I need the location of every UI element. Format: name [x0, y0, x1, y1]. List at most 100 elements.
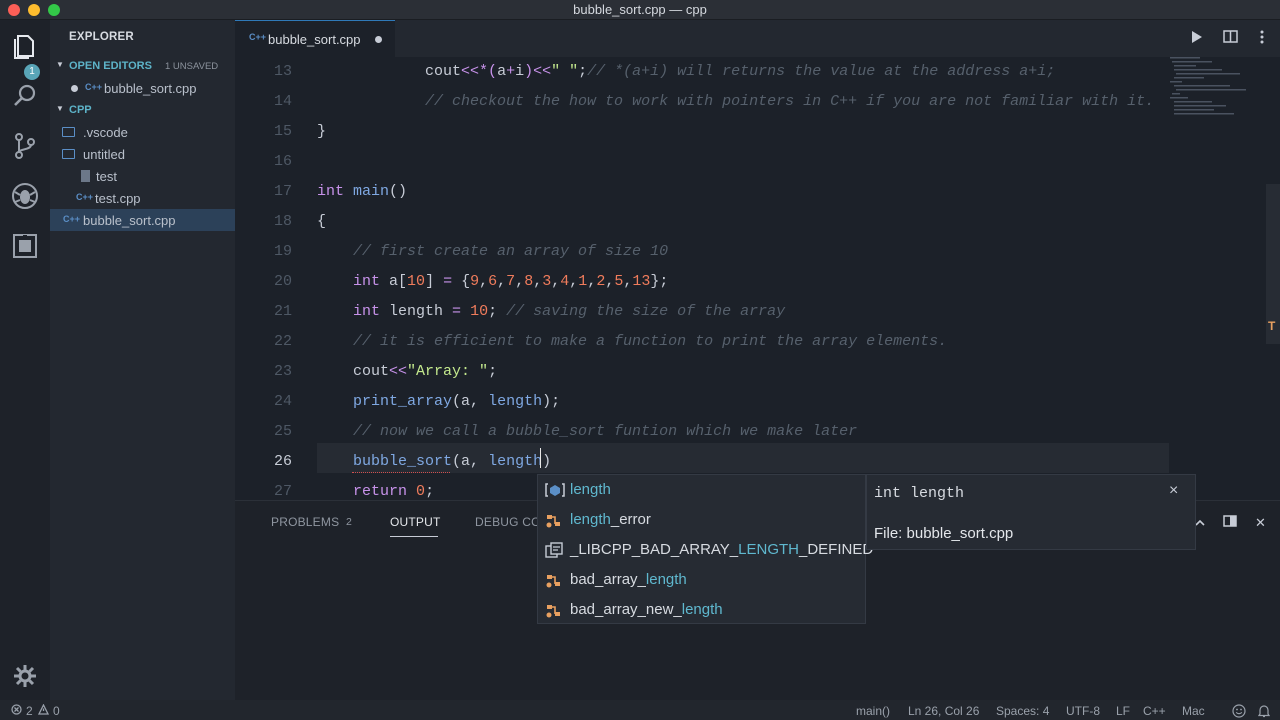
- close-icon[interactable]: ×: [1169, 482, 1178, 500]
- open-editors-header[interactable]: ▼ OPEN EDITORS 1 UNSAVED: [50, 56, 235, 76]
- line-number: 20: [273, 273, 292, 290]
- line-number: 18: [273, 213, 292, 230]
- tree-item-untitled[interactable]: untitled: [50, 143, 235, 165]
- tree-item-test[interactable]: test: [50, 165, 235, 187]
- tree-item-vscode[interactable]: .vscode: [50, 121, 235, 143]
- open-editor-bubble-sort[interactable]: C++ bubble_sort.cpp: [50, 77, 235, 99]
- code-token: " ": [551, 63, 579, 80]
- smiley-icon[interactable]: [1232, 704, 1246, 720]
- code-token: ,: [569, 273, 579, 290]
- dirty-dot-icon[interactable]: [375, 36, 382, 43]
- code-token: ,: [497, 273, 507, 290]
- source-control-icon[interactable]: [9, 130, 41, 162]
- code-text: int main(): [317, 183, 407, 200]
- code-line[interactable]: 20 int a[10] = {9,6,7,8,3,4,1,2,5,13};: [235, 267, 1280, 297]
- code-line[interactable]: 22 // it is efficient to make a function…: [235, 327, 1280, 357]
- code-line[interactable]: 18 {: [235, 207, 1280, 237]
- code-token: cout: [353, 363, 390, 380]
- tab-label: bubble_sort.cpp: [268, 32, 361, 47]
- code-token: a: [497, 63, 507, 80]
- status-position[interactable]: Ln 26, Col 26: [908, 704, 979, 718]
- code-token: return: [353, 483, 408, 500]
- status-platform[interactable]: Mac: [1182, 704, 1205, 718]
- error-icon[interactable]: [11, 704, 22, 718]
- code-token: ,: [587, 273, 597, 290]
- debug-icon[interactable]: [9, 180, 41, 212]
- suggestion-item[interactable]: _LIBCPP_BAD_ARRAY_LENGTH_DEFINED: [538, 535, 873, 565]
- tree-item-test-cpp[interactable]: C++ test.cpp: [50, 187, 235, 209]
- tree-item-bubble-sort-cpp[interactable]: C++ bubble_sort.cpp: [50, 209, 235, 231]
- code-line[interactable]: 13 cout<<*(a+i)<<" ";// *(a+i) will retu…: [235, 57, 1280, 87]
- explorer-sidebar: EXPLORER ▼ OPEN EDITORS 1 UNSAVED C++ bu…: [50, 20, 235, 700]
- code-token: );: [542, 393, 561, 410]
- warning-icon[interactable]: [37, 703, 50, 718]
- code-token: // saving the size of the array: [506, 303, 786, 320]
- extensions-icon[interactable]: [9, 230, 41, 262]
- suggestion-item[interactable]: bad_array_length: [538, 565, 865, 595]
- autocomplete-list[interactable]: length length_error _LIBCPP_BAD_ARRAY_LENG…: [537, 474, 873, 625]
- suggestion-label-part: bad_array_new_: [570, 601, 682, 618]
- search-icon[interactable]: [9, 80, 41, 112]
- line-number: 13: [273, 63, 292, 80]
- code-token: ,: [515, 273, 525, 290]
- close-panel-icon[interactable]: ✕: [1255, 515, 1266, 531]
- code-line[interactable]: 16: [235, 147, 1280, 177]
- cpp-file-icon: C++: [63, 214, 81, 224]
- tab-debug-console[interactable]: DEBUG CO: [475, 515, 541, 529]
- folder-header-cpp[interactable]: ▼ CPP: [50, 100, 235, 120]
- run-icon[interactable]: [1189, 30, 1205, 46]
- code-line[interactable]: 21 int length = 10; // saving the size o…: [235, 297, 1280, 327]
- chevron-up-icon[interactable]: [1195, 515, 1205, 530]
- code-line[interactable]: 19 // first create an array of size 10: [235, 237, 1280, 267]
- status-language[interactable]: C++: [1143, 704, 1166, 718]
- tab-output[interactable]: OUTPUT: [390, 515, 441, 529]
- code-token: main: [353, 183, 390, 200]
- code-token: <<: [389, 363, 408, 380]
- code-token: 10: [470, 303, 489, 320]
- sidebar-title: EXPLORER: [69, 31, 134, 43]
- code-text: bubble_sort(a, length): [317, 453, 551, 470]
- dirty-dot-icon[interactable]: [71, 85, 78, 92]
- code-token: 1: [578, 273, 588, 290]
- code-line[interactable]: 14 // checkout the how to work with poin…: [235, 87, 1280, 117]
- code-token: length: [488, 453, 543, 470]
- warning-count[interactable]: 0: [53, 704, 60, 718]
- maximize-panel-icon[interactable]: [1223, 515, 1237, 530]
- suggestion-label: _LIBCPP_BAD_ARRAY_LENGTH_DEFINED: [570, 541, 873, 558]
- cpp-file-icon: C++: [249, 32, 267, 42]
- tab-bubble-sort-cpp[interactable]: C++ bubble_sort.cpp: [235, 20, 395, 57]
- class-icon: [544, 572, 564, 588]
- suggestion-item[interactable]: length_error: [538, 505, 865, 535]
- line-number: 15: [273, 123, 292, 140]
- code-text: }: [317, 123, 326, 140]
- status-eol[interactable]: LF: [1116, 704, 1130, 718]
- code-line[interactable]: 24 print_array(a, length);: [235, 387, 1280, 417]
- minimap[interactable]: [1170, 57, 1280, 500]
- gear-icon[interactable]: [9, 660, 41, 692]
- code-token: ,: [551, 273, 561, 290]
- suggestion-item[interactable]: length: [538, 475, 865, 505]
- code-token: ;: [578, 63, 588, 80]
- error-count[interactable]: 2: [26, 704, 33, 718]
- text-cursor: [540, 448, 541, 468]
- title-bar: bubble_sort.cpp — cpp: [0, 0, 1280, 20]
- bell-icon[interactable]: [1257, 704, 1271, 720]
- code-editor[interactable]: 13 cout<<*(a+i)<<" ";// *(a+i) will retu…: [235, 57, 1280, 500]
- status-function[interactable]: main(): [856, 704, 890, 718]
- suggestion-item[interactable]: bad_array_new_length: [538, 595, 865, 625]
- split-editor-icon[interactable]: [1222, 30, 1238, 46]
- code-line[interactable]: 23 cout<<"Array: ";: [235, 357, 1280, 387]
- code-text: cout<<"Array: ";: [317, 363, 497, 380]
- code-line[interactable]: 15}: [235, 117, 1280, 147]
- code-token: ,: [533, 273, 543, 290]
- status-encoding[interactable]: UTF-8: [1066, 704, 1100, 718]
- files-icon[interactable]: [9, 30, 41, 62]
- code-line[interactable]: 25 // now we call a bubble_sort funtion …: [235, 417, 1280, 447]
- code-line[interactable]: 17 int main(): [235, 177, 1280, 207]
- status-indentation[interactable]: Spaces: 4: [996, 704, 1049, 718]
- code-token: 13: [632, 273, 651, 290]
- code-token: }: [317, 123, 327, 140]
- more-actions-icon[interactable]: [1254, 30, 1270, 46]
- tab-problems[interactable]: PROBLEMS: [271, 515, 339, 529]
